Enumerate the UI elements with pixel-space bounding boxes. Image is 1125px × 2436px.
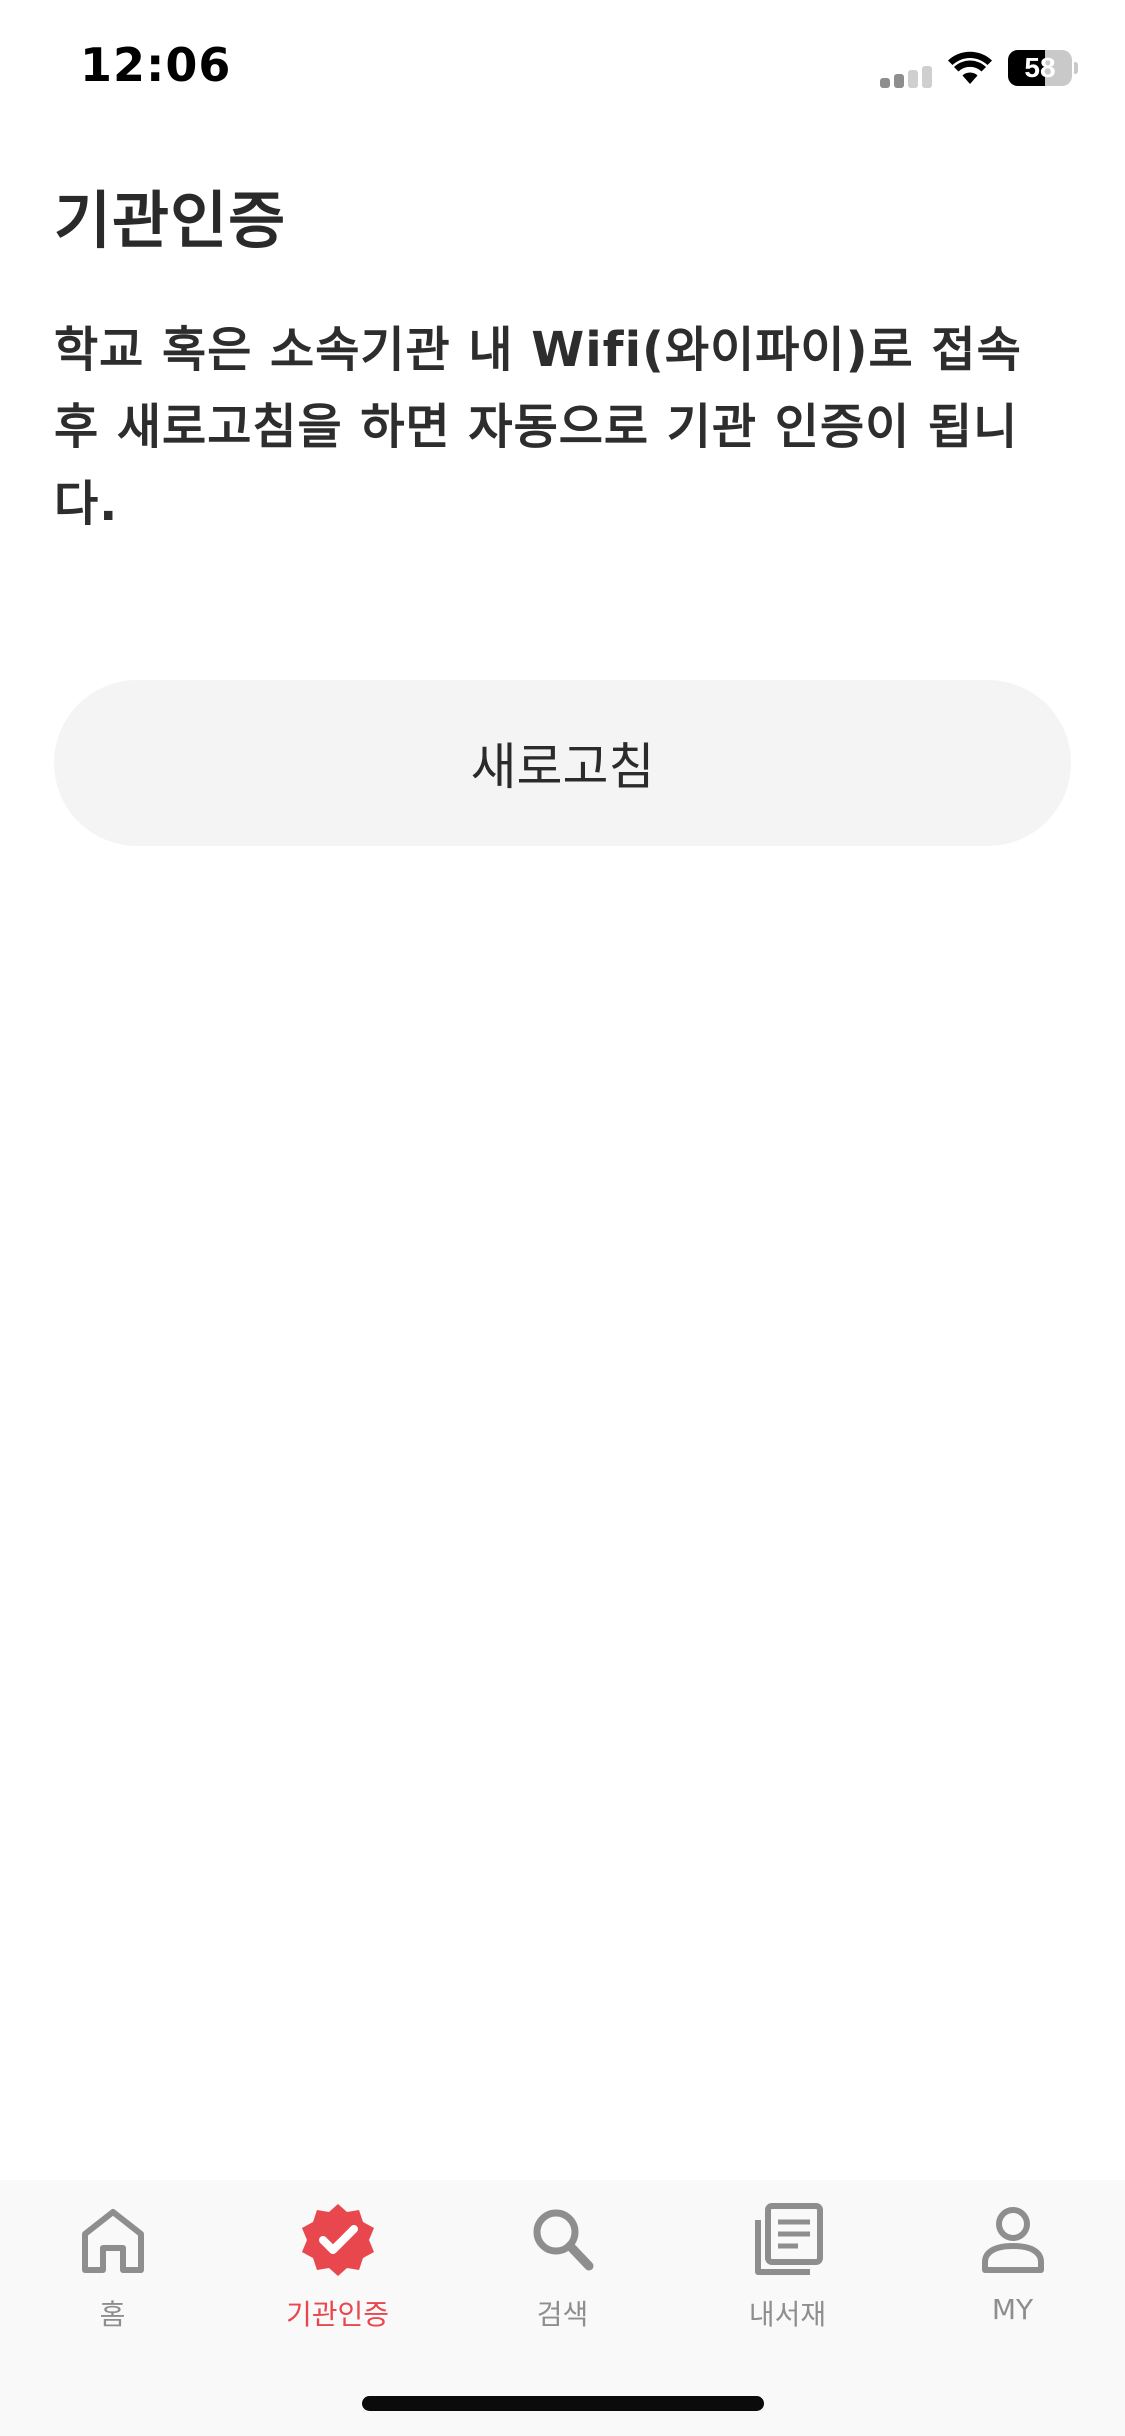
cellular-signal-icon [880,64,936,88]
tab-library[interactable]: 내서재 [675,2200,900,2340]
search-icon [533,2209,593,2271]
library-icon [754,2203,823,2275]
tab-library-label: 내서재 [748,2298,827,2331]
battery-level: 58 [1024,52,1056,83]
person-icon [981,2207,1044,2273]
wifi-icon [948,51,992,84]
tab-search-label: 검색 [536,2298,589,2331]
tab-my-label: MY [991,2293,1034,2326]
tab-search[interactable]: 검색 [450,2200,675,2340]
tab-verification[interactable]: 기관인증 [225,2200,450,2340]
battery-icon: 58 [1008,50,1078,88]
page-title: 기관인증 [54,184,287,257]
home-indicator [362,2396,764,2411]
verified-badge-icon [301,2204,374,2276]
tab-home[interactable]: 홈 [0,2200,225,2340]
status-time: 12:06 [80,38,232,92]
tab-verification-label: 기관인증 [285,2298,390,2331]
home-icon [81,2209,144,2273]
tab-home-label: 홈 [99,2298,126,2331]
instruction-text: 학교 혹은 소속기관 내 Wifi(와이파이)로 접속 후 새로고침을 하면 자… [54,322,1022,532]
status-bar: 12:06 58 [0,0,1125,135]
refresh-button[interactable]: 새로고침 [54,680,1071,846]
tab-my[interactable]: MY [900,2200,1125,2340]
